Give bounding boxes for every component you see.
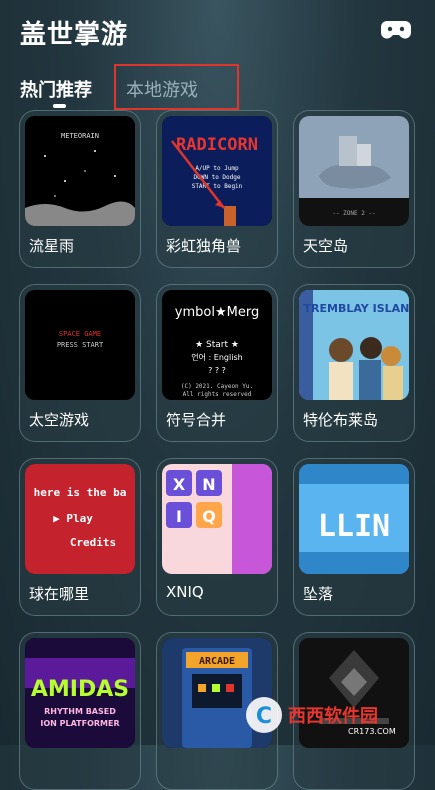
game-card[interactable]: TREMBLAY ISLAND 特伦布莱岛: [293, 284, 415, 442]
game-name: 特伦布莱岛: [303, 411, 379, 429]
svg-text:Credits: Credits: [70, 536, 116, 549]
svg-text:All rights reserved: All rights reserved: [183, 391, 252, 398]
game-thumbnail: here is the ba ▶ Play Credits: [25, 464, 135, 574]
annotation-highlight-box: [114, 64, 239, 110]
game-thumbnail: SPACE GAME PRESS START: [25, 290, 135, 400]
svg-text:? ? ?: ? ? ?: [208, 366, 226, 375]
game-card[interactable]: AMIDAS RHYTHM BASED ION PLATFORMER: [19, 632, 141, 790]
tab-hot[interactable]: 热门推荐: [20, 76, 92, 102]
svg-text:LLIN: LLIN: [318, 509, 390, 544]
svg-text:CR173.COM: CR173.COM: [348, 727, 396, 736]
game-name: 符号合并: [166, 411, 227, 429]
game-thumbnail: TREMBLAY ISLAND: [299, 290, 409, 400]
svg-text:START to Begin: START to Begin: [192, 183, 243, 190]
svg-text:(C) 2021. Cayeon Yu.: (C) 2021. Cayeon Yu.: [181, 383, 253, 390]
thumb-title: RADICORN: [176, 135, 258, 155]
game-thumbnail: METEORAIN: [25, 116, 135, 226]
thumb-title: ymbol★Merg: [175, 305, 259, 320]
game-thumbnail: X N I Q: [162, 464, 272, 574]
svg-text:A/UP to Jump: A/UP to Jump: [195, 165, 239, 172]
game-name: 流星雨: [29, 237, 75, 255]
svg-text:PRESS START: PRESS START: [57, 341, 104, 349]
svg-text:西西软件园: 西西软件园: [288, 705, 378, 727]
thumb-title: TREMBLAY ISLAND: [304, 302, 409, 315]
svg-text:RHYTHM BASED: RHYTHM BASED: [44, 707, 116, 716]
game-name: 天空岛: [303, 237, 349, 255]
game-card[interactable]: -- ZONE 2 -- 天空岛: [293, 110, 415, 268]
game-card[interactable]: here is the ba ▶ Play Credits 球在哪里: [19, 458, 141, 616]
thumb-title: SPACE GAME: [59, 330, 101, 338]
game-name: XNIQ: [166, 583, 204, 601]
thumb-title: METEORAIN: [61, 132, 99, 140]
game-card[interactable]: RADICORN A/UP to Jump DOWN to Dodge STAR…: [156, 110, 278, 268]
watermark-logo: C 西西软件园 CR173.COM: [246, 697, 396, 736]
game-card[interactable]: SPACE GAME PRESS START 太空游戏: [19, 284, 141, 442]
game-name: 太空游戏: [29, 411, 90, 429]
app-title: 盖世掌游: [20, 20, 129, 50]
game-card[interactable]: X N I Q XNIQ: [156, 458, 278, 616]
game-thumbnail: AMIDAS RHYTHM BASED ION PLATFORMER: [25, 638, 135, 748]
tab-active-indicator: [53, 104, 66, 108]
game-thumbnail: -- ZONE 2 --: [299, 116, 409, 226]
gamepad-icon[interactable]: [381, 19, 411, 41]
game-card[interactable]: ymbol★Merg ★ Start ★ 언어 : English ? ? ? …: [156, 284, 278, 442]
game-name: 彩虹独角兽: [166, 237, 242, 255]
thumb-title: here is the ba: [34, 486, 127, 499]
svg-text:N: N: [202, 475, 215, 494]
svg-text:언어 : English: 언어 : English: [191, 352, 242, 362]
svg-text:▶ Play: ▶ Play: [53, 512, 93, 525]
svg-text:Q: Q: [202, 507, 216, 526]
game-thumbnail: LLIN: [299, 464, 409, 574]
svg-text:★ Start ★: ★ Start ★: [195, 340, 239, 350]
svg-text:I: I: [176, 507, 182, 526]
game-card[interactable]: LLIN 坠落: [293, 458, 415, 616]
svg-text:AMIDAS: AMIDAS: [31, 677, 129, 702]
svg-text:ION PLATFORMER: ION PLATFORMER: [40, 719, 119, 728]
game-thumbnail: RADICORN A/UP to Jump DOWN to Dodge STAR…: [162, 116, 272, 226]
svg-text:C: C: [256, 704, 272, 729]
svg-text:X: X: [173, 475, 186, 494]
game-name: 坠落: [303, 585, 334, 603]
svg-text:-- ZONE 2 --: -- ZONE 2 --: [332, 210, 375, 217]
game-thumbnail: ymbol★Merg ★ Start ★ 언어 : English ? ? ? …: [162, 290, 272, 400]
game-card[interactable]: METEORAIN 流星雨: [19, 110, 141, 268]
svg-text:ARCADE: ARCADE: [199, 656, 235, 667]
game-name: 球在哪里: [29, 585, 90, 603]
